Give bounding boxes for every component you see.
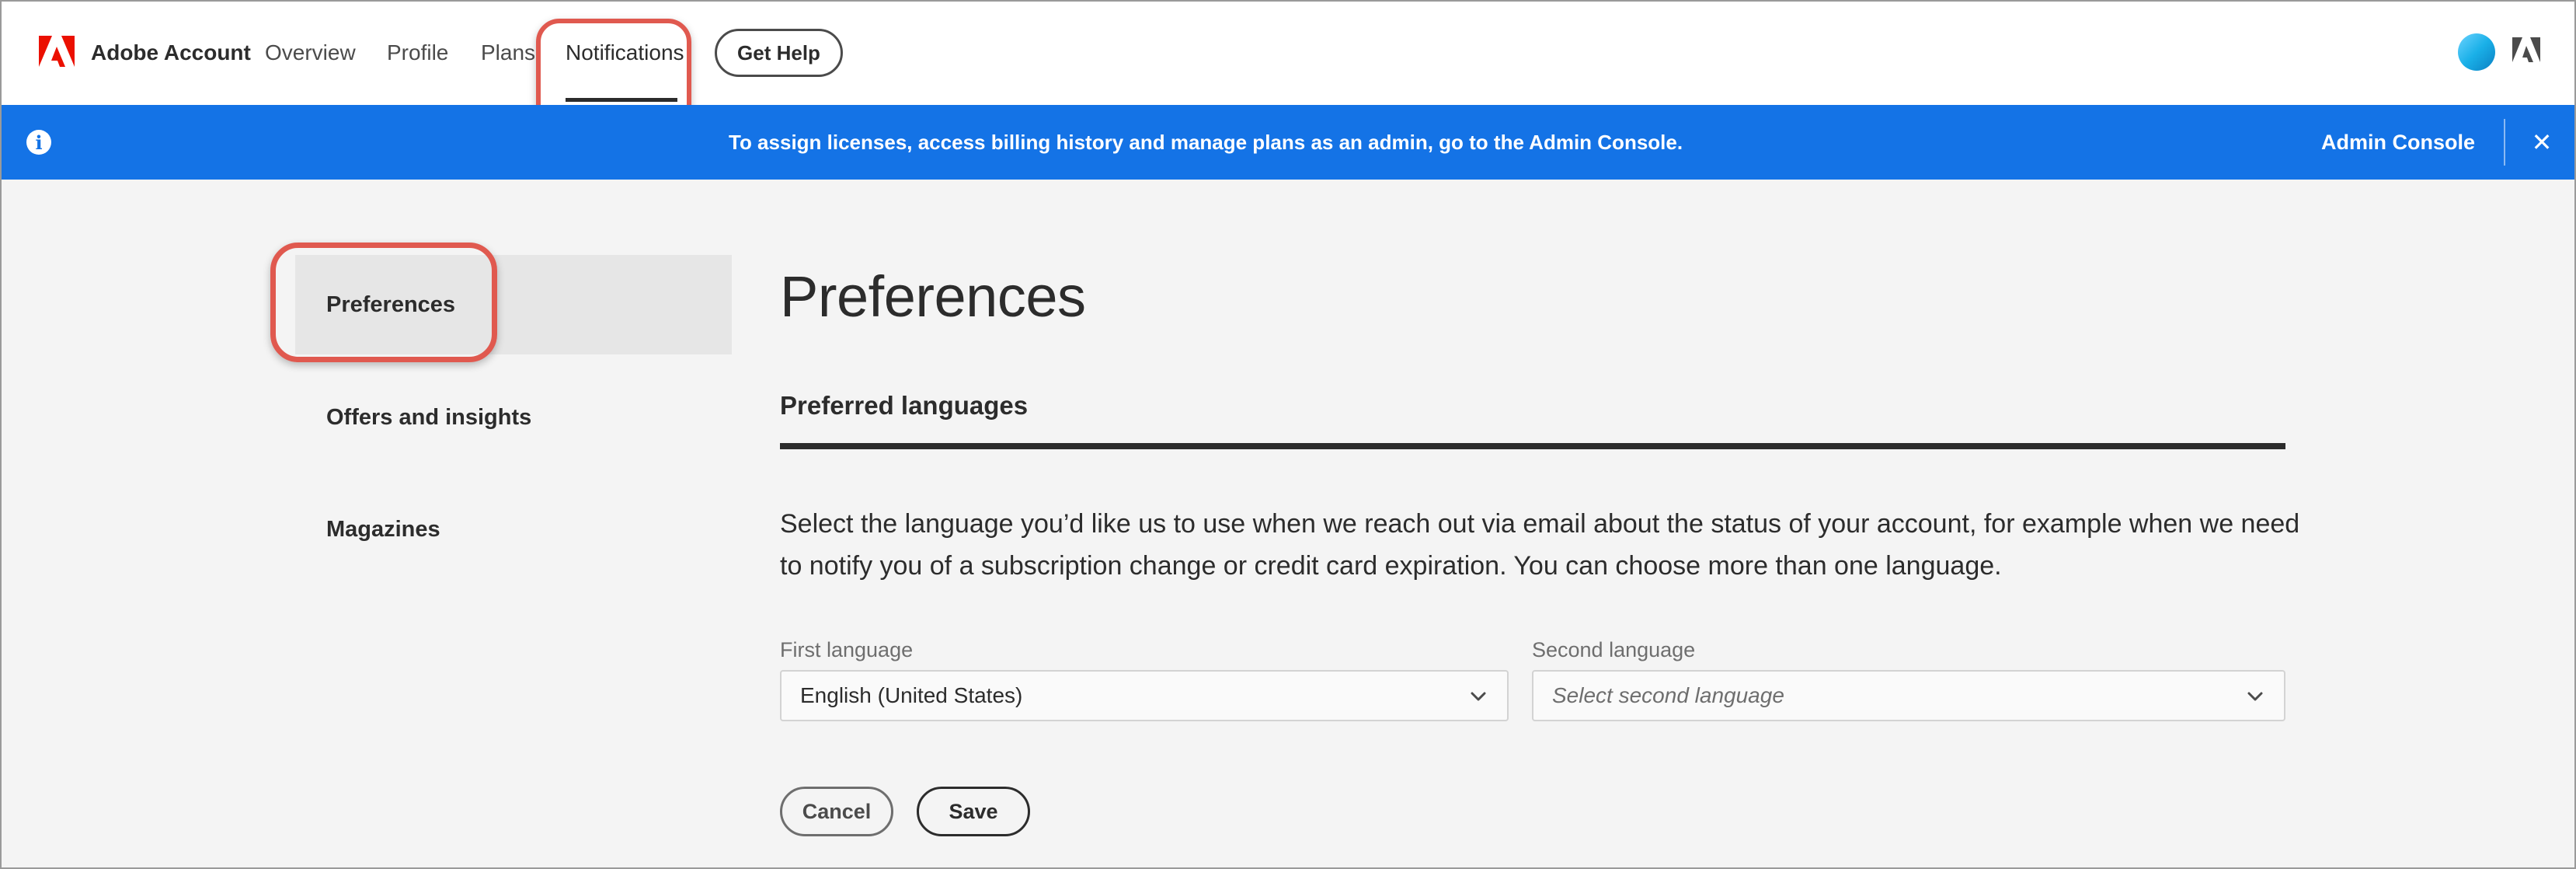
admin-info-banner: i To assign licenses, access billing his… bbox=[2, 105, 2574, 180]
nav-plans[interactable]: Plans bbox=[481, 36, 535, 70]
section-divider bbox=[780, 443, 2285, 449]
admin-console-link[interactable]: Admin Console bbox=[2321, 125, 2475, 159]
save-button[interactable]: Save bbox=[917, 787, 1030, 836]
banner-message: To assign licenses, access billing histo… bbox=[729, 131, 1683, 154]
sidebar-item-magazines[interactable]: Magazines bbox=[326, 512, 440, 546]
close-icon[interactable]: ✕ bbox=[2526, 127, 2557, 158]
page-title: Preferences bbox=[780, 264, 1086, 329]
first-language-select[interactable]: English (United States) bbox=[780, 670, 1509, 721]
section-description: Select the language you’d like us to use… bbox=[780, 509, 2300, 581]
get-help-button[interactable]: Get Help bbox=[715, 29, 843, 77]
second-language-select[interactable]: Select second language bbox=[1532, 670, 2285, 721]
preferences-highlight-callout bbox=[270, 243, 497, 362]
nav-overview[interactable]: Overview bbox=[265, 36, 356, 70]
adobe-apps-icon[interactable] bbox=[2512, 37, 2540, 62]
chevron-down-icon bbox=[2247, 692, 2263, 701]
brand-name[interactable]: Adobe Account bbox=[91, 36, 251, 70]
info-icon: i bbox=[26, 130, 51, 155]
first-language-label: First language bbox=[780, 638, 914, 661]
first-language-value: English (United States) bbox=[800, 683, 1023, 707]
nav-profile[interactable]: Profile bbox=[387, 36, 448, 70]
avatar[interactable] bbox=[2458, 33, 2495, 71]
adobe-logo-icon[interactable] bbox=[39, 36, 75, 67]
sidebar-item-offers-and-insights[interactable]: Offers and insights bbox=[326, 400, 531, 434]
top-navigation: Adobe Account Overview Profile Plans Not… bbox=[2, 2, 2574, 135]
chevron-down-icon bbox=[1471, 692, 1486, 701]
app-window: Adobe Account Overview Profile Plans Not… bbox=[0, 0, 2576, 869]
second-language-placeholder: Select second language bbox=[1552, 683, 1784, 707]
second-language-label: Second language bbox=[1532, 638, 1696, 661]
section-title: Preferred languages bbox=[780, 391, 1029, 420]
banner-divider bbox=[2504, 119, 2505, 166]
cancel-button[interactable]: Cancel bbox=[780, 787, 893, 836]
